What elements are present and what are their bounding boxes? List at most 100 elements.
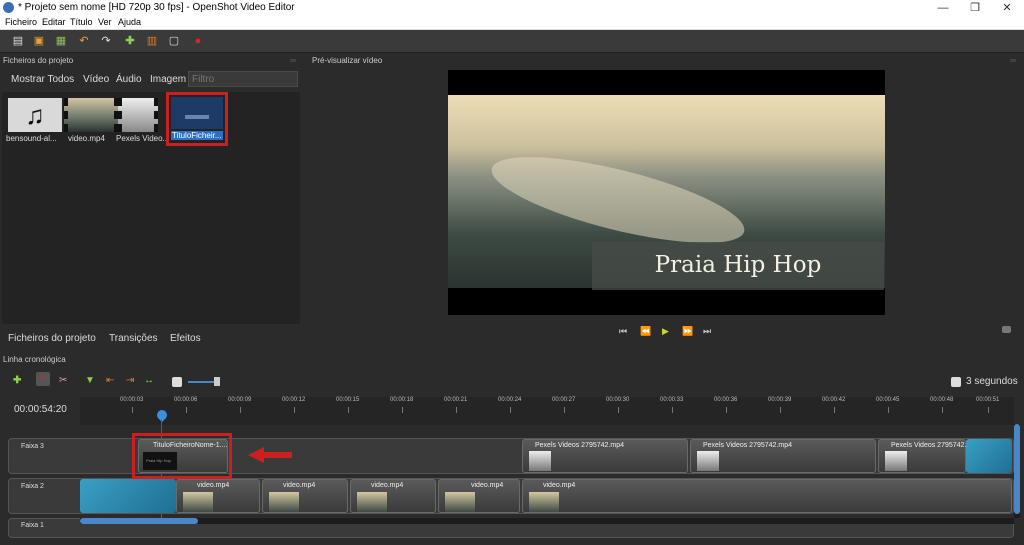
next-marker-icon[interactable]: ⇥ [126, 375, 134, 386]
tick-mark [780, 407, 781, 413]
video-caption: Praia Hip Hop [654, 252, 822, 278]
clip-label: video.mp4 [371, 482, 404, 489]
track-label: Faixa 2 [21, 483, 44, 490]
minimize-button[interactable]: — [928, 0, 958, 16]
arrow-head [248, 447, 264, 463]
rewind-icon[interactable]: ⏪ [640, 326, 651, 337]
menu-editar[interactable]: Editar [42, 17, 66, 27]
scrollbar-thumb[interactable] [80, 518, 198, 524]
filter-audio[interactable]: Áudio [116, 74, 142, 85]
tick-label: 00:00:51 [976, 397, 1000, 403]
file-item[interactable]: ♫ bensound-al... [6, 94, 62, 146]
clip-thumbnail [445, 492, 475, 512]
maximize-button[interactable]: ❐ [960, 0, 990, 16]
title-thumbnail-bar [185, 115, 209, 119]
timeline-panel-title: Linha cronológica [3, 355, 66, 364]
tab-transitions[interactable]: Transições [109, 333, 158, 344]
video-preview: Praia Hip Hop [448, 70, 885, 315]
vertical-scrollbar[interactable] [1014, 424, 1020, 518]
close-button[interactable]: ✕ [992, 0, 1022, 16]
clip-label: Pexels Videos 2795742.mp4 [535, 442, 624, 449]
clip-label: video.mp4 [543, 482, 576, 489]
camera-icon[interactable] [1002, 326, 1011, 333]
fullscreen-icon[interactable]: ▢ [168, 35, 180, 47]
video-clip[interactable]: Pexels Videos 2795742.mp4 [690, 439, 876, 473]
tab-project-files[interactable]: Ficheiros do projeto [8, 333, 96, 344]
red-arrow-icon [248, 447, 292, 463]
tab-effects[interactable]: Efeitos [170, 333, 201, 344]
save-project-icon[interactable]: ▦ [55, 35, 67, 47]
selected-file-item[interactable]: TituloFicheir... [166, 92, 228, 146]
horizontal-scrollbar[interactable] [80, 518, 1014, 524]
tick-mark [510, 407, 511, 413]
tick-label: 00:00:03 [120, 397, 144, 403]
clip-thumbnail [885, 451, 907, 471]
import-files-icon[interactable]: ✚ [124, 35, 136, 47]
filter-video[interactable]: Vídeo [83, 74, 109, 85]
transition-clip[interactable] [80, 479, 176, 513]
video-clip[interactable]: video.mp4 [262, 479, 348, 513]
export-video-icon[interactable]: ● [192, 35, 204, 47]
music-note-icon: ♫ [8, 98, 62, 132]
track-label: Faixa 3 [21, 443, 44, 450]
redo-icon[interactable]: ↷ [100, 35, 112, 47]
filter-input[interactable] [188, 71, 298, 87]
video-clip[interactable]: video.mp4 [438, 479, 520, 513]
track-label: Faixa 1 [21, 522, 44, 529]
center-playhead-icon[interactable]: ↔ [144, 375, 154, 386]
jump-start-icon[interactable]: ⏮ [619, 326, 627, 337]
tick-mark [456, 407, 457, 413]
zoom-scale-label: 3 segundos [966, 376, 1018, 387]
tick-label: 00:00:30 [606, 397, 630, 403]
tick-mark [726, 407, 727, 413]
file-item[interactable]: Pexels Video... [116, 94, 172, 146]
clip-thumbnail [357, 492, 387, 512]
video-clip[interactable]: video.mp4 [176, 479, 260, 513]
play-icon[interactable]: ▶ [662, 326, 669, 337]
menu-ajuda[interactable]: Ajuda [118, 17, 141, 27]
undo-icon[interactable]: ↶ [78, 35, 90, 47]
add-marker-icon[interactable]: ▼ [85, 375, 95, 386]
tick-label: 00:00:45 [876, 397, 900, 403]
razor-icon[interactable]: ✂ [59, 375, 67, 386]
tick-mark [132, 407, 133, 413]
new-project-icon[interactable]: ▤ [12, 35, 24, 47]
add-track-icon[interactable]: ✚ [13, 375, 21, 386]
video-clip[interactable]: Pexels Videos 2795742.mp4 [522, 439, 688, 473]
clip-label: Pexels Videos 2795742.mp4 [703, 442, 792, 449]
zoom-slider-handle[interactable] [214, 377, 220, 386]
clip-label: Pexels Videos 2795742.m [891, 442, 973, 449]
timeline-ruler[interactable]: 00:00:03 00:00:06 00:00:09 00:00:12 00:0… [80, 397, 1014, 425]
tick-label: 00:00:48 [930, 397, 954, 403]
filter-show-all[interactable]: Mostrar Todos [11, 74, 74, 85]
file-item[interactable]: video.mp4 [62, 94, 118, 146]
menu-ficheiro[interactable]: Ficheiro [5, 17, 37, 27]
arrow-shaft [262, 452, 292, 458]
transition-clip[interactable] [966, 439, 1012, 473]
file-name: bensound-al... [6, 134, 57, 143]
open-project-icon[interactable]: ▣ [33, 35, 45, 47]
files-panel-controls-icon[interactable]: ▫▫ [290, 56, 296, 65]
clip-thumbnail [183, 492, 213, 512]
snap-icon[interactable]: ⊃ [36, 372, 50, 386]
video-clip[interactable]: video.mp4 [522, 479, 1012, 513]
menu-titulo[interactable]: Título [70, 17, 93, 27]
jump-end-icon[interactable]: ⏭ [703, 326, 711, 337]
zoom-icon[interactable] [172, 377, 182, 387]
preview-panel-controls-icon[interactable]: ▫▫ [1010, 56, 1016, 65]
tick-mark [348, 407, 349, 413]
menu-ver[interactable]: Ver [98, 17, 112, 27]
video-thumbnail [64, 98, 118, 132]
tick-label: 00:00:27 [552, 397, 576, 403]
vertical-scrollbar-thumb[interactable] [1014, 424, 1020, 514]
window-titlebar: * Projeto sem nome [HD 720p 30 fps] - Op… [0, 0, 1024, 16]
clip-label: video.mp4 [471, 482, 504, 489]
choose-profile-icon[interactable]: ▥ [146, 35, 158, 47]
tick-mark [240, 407, 241, 413]
fast-forward-icon[interactable]: ⏩ [682, 326, 693, 337]
tick-label: 00:00:39 [768, 397, 792, 403]
video-clip[interactable]: video.mp4 [350, 479, 436, 513]
video-clip[interactable]: Pexels Videos 2795742.m [878, 439, 972, 473]
previous-marker-icon[interactable]: ⇤ [106, 375, 114, 386]
filter-image[interactable]: Imagem [150, 74, 186, 85]
